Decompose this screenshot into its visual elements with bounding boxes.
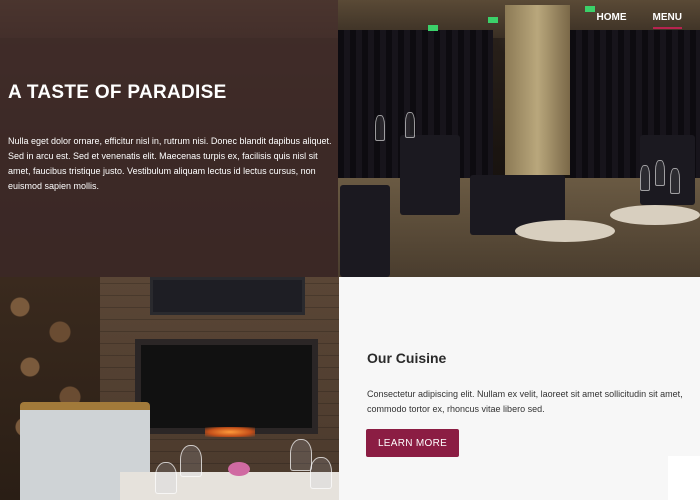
hero-chair [400, 135, 460, 215]
cuisine-title: Our Cuisine [367, 350, 447, 366]
fireplace [135, 339, 318, 434]
hero-table [515, 220, 615, 242]
hero-chair [340, 185, 390, 277]
wine-glass-icon [640, 165, 650, 191]
hero-pillar [505, 5, 570, 175]
nav-link-home[interactable]: HOME [597, 12, 627, 29]
wine-glass-icon [655, 160, 665, 186]
main-nav: HOME MENU [597, 12, 682, 29]
exit-sign-icon [488, 17, 498, 23]
exit-sign-icon [428, 25, 438, 31]
photo-tablecloth [120, 472, 339, 500]
wine-glass-icon [670, 168, 680, 194]
fire-icon [205, 427, 255, 437]
nav-link-menu[interactable]: MENU [652, 12, 682, 29]
wine-glass-icon [310, 457, 332, 489]
wine-glass-icon [180, 445, 202, 477]
wine-glass-icon [290, 439, 312, 471]
wine-glass-icon [405, 112, 415, 138]
fireplace-photo [0, 277, 339, 500]
page: A TASTE OF PARADISE Nulla eget dolor orn… [0, 0, 700, 500]
wine-glass-icon [155, 462, 177, 494]
hero-text: Nulla eget dolor ornare, efficitur nisl … [8, 136, 332, 191]
cuisine-section: Our Cuisine Consectetur adipiscing elit.… [339, 277, 700, 500]
cuisine-text: Consectetur adipiscing elit. Nullam ex v… [367, 389, 683, 414]
wine-glass-icon [375, 115, 385, 141]
exit-sign-icon [585, 6, 595, 12]
wall-picture [150, 277, 305, 315]
hero-table [610, 205, 700, 225]
hero-section: A TASTE OF PARADISE Nulla eget dolor orn… [0, 0, 700, 277]
learn-more-button[interactable]: LEARN MORE [366, 429, 459, 457]
flower-icon [228, 462, 250, 476]
corner-block [668, 456, 700, 500]
hero-title: A TASTE OF PARADISE [8, 82, 227, 103]
